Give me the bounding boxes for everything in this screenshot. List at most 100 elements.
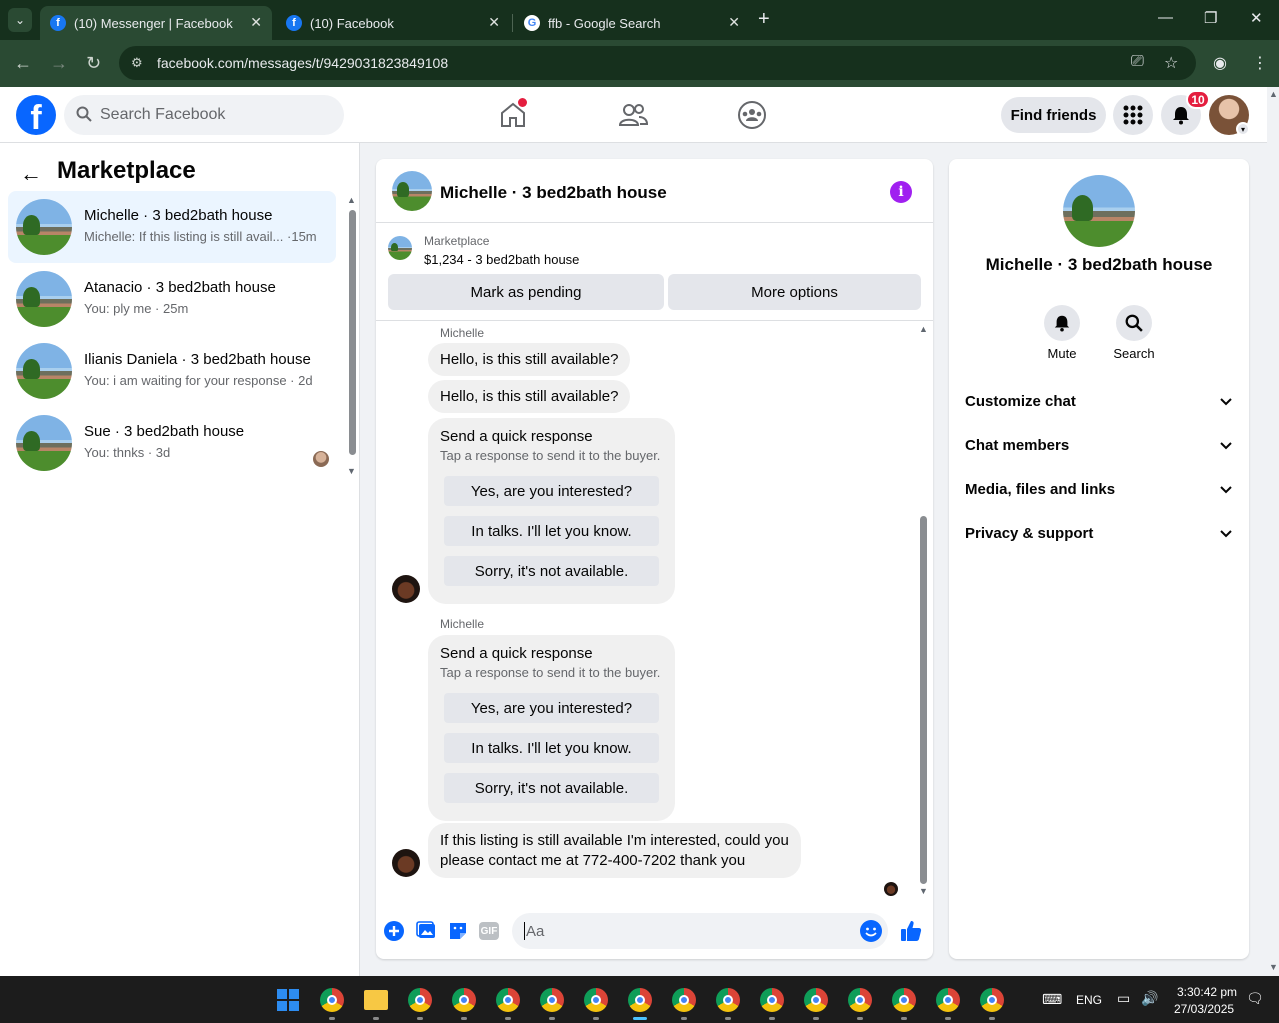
chrome-icon[interactable]: [584, 988, 608, 1012]
taskbar-indicator: [461, 1017, 467, 1020]
install-app-icon[interactable]: ⎚: [1131, 53, 1144, 71]
quick-response-option[interactable]: Yes, are you interested?: [444, 693, 659, 723]
site-info-icon[interactable]: ⚙: [131, 55, 147, 71]
listing-price[interactable]: $1,234 - 3 bed2bath house: [424, 252, 579, 267]
close-tab-icon[interactable]: ✕: [728, 14, 740, 31]
media-files-links-section[interactable]: Media, files and links: [965, 475, 1233, 503]
quick-response-option[interactable]: Yes, are you interested?: [444, 476, 659, 506]
chat-members-section[interactable]: Chat members: [965, 431, 1233, 459]
close-tab-icon[interactable]: ✕: [250, 14, 262, 31]
message-bubble[interactable]: If this listing is still available I'm i…: [428, 823, 801, 878]
scroll-up-icon[interactable]: ▲: [919, 324, 928, 334]
language-indicator[interactable]: ENG: [1076, 993, 1102, 1007]
chat-title[interactable]: Michelle · 3 bed2bath house: [440, 183, 667, 203]
quick-response-option[interactable]: In talks. I'll let you know.: [444, 733, 659, 763]
browser-tab-facebook[interactable]: f (10) Facebook ✕: [276, 6, 510, 40]
conversation-item[interactable]: Michelle · 3 bed2bath house Michelle: If…: [8, 191, 336, 263]
scroll-up-icon[interactable]: ▲: [347, 195, 356, 205]
search-in-chat-button[interactable]: Search: [1104, 305, 1164, 361]
gif-icon[interactable]: GIF: [479, 922, 499, 940]
scroll-up-icon[interactable]: ▲: [1269, 89, 1278, 99]
chrome-icon[interactable]: [892, 988, 916, 1012]
windows-start-icon[interactable]: [277, 989, 299, 1011]
new-tab-icon[interactable]: +: [758, 8, 770, 31]
close-window-icon[interactable]: ✕: [1250, 9, 1263, 27]
list-scrollbar[interactable]: [349, 210, 356, 455]
back-icon[interactable]: ←: [14, 53, 32, 74]
friends-icon[interactable]: [617, 99, 649, 131]
message-bubble[interactable]: Hello, is this still available?: [428, 380, 631, 413]
page-scrollbar[interactable]: ▲ ▼: [1267, 87, 1279, 976]
scroll-down-icon[interactable]: ▼: [919, 886, 928, 896]
chrome-icon[interactable]: [804, 988, 828, 1012]
conversation-item[interactable]: Atanacio · 3 bed2bath house You: ply me …: [8, 263, 336, 335]
sender-avatar[interactable]: [392, 575, 420, 603]
conversation-item[interactable]: Sue · 3 bed2bath house You: thnks · 3d: [8, 407, 336, 479]
browser-tab-google[interactable]: G ffb - Google Search ✕: [514, 6, 750, 40]
clock-time[interactable]: 3:30:42 pm: [1177, 985, 1237, 999]
scroll-down-icon[interactable]: ▼: [1269, 962, 1278, 972]
chevron-down-icon[interactable]: ▾: [1236, 122, 1250, 136]
chrome-icon[interactable]: [760, 988, 784, 1012]
mute-button[interactable]: Mute: [1032, 305, 1092, 361]
chrome-icon[interactable]: [320, 988, 344, 1012]
privacy-support-section[interactable]: Privacy & support: [965, 519, 1233, 547]
sender-avatar[interactable]: [392, 849, 420, 877]
like-thumb-icon[interactable]: [899, 919, 923, 943]
sender-name: Michelle: [440, 617, 485, 631]
listing-thumbnail[interactable]: [1063, 175, 1135, 247]
chrome-icon[interactable]: [672, 988, 696, 1012]
message-input[interactable]: Aa: [512, 913, 888, 949]
browser-menu-icon[interactable]: ⋮: [1252, 53, 1268, 73]
chrome-icon[interactable]: [496, 988, 520, 1012]
volume-icon[interactable]: 🔊: [1141, 990, 1158, 1007]
chrome-icon[interactable]: [452, 988, 476, 1012]
address-bar[interactable]: ⚙ facebook.com/messages/t/94290318238491…: [119, 46, 1196, 80]
maximize-icon[interactable]: ❐: [1204, 9, 1217, 27]
chat-scrollbar[interactable]: [920, 516, 927, 884]
scroll-down-icon[interactable]: ▼: [347, 466, 356, 476]
chrome-icon[interactable]: [980, 988, 1004, 1012]
profile-icon[interactable]: ◉: [1213, 53, 1227, 73]
find-friends-button[interactable]: Find friends: [1001, 97, 1106, 133]
more-options-button[interactable]: More options: [668, 274, 921, 310]
bookmark-star-icon[interactable]: ☆: [1164, 53, 1178, 73]
quick-response-option[interactable]: Sorry, it's not available.: [444, 773, 659, 803]
mark-as-pending-button[interactable]: Mark as pending: [388, 274, 664, 310]
conversation-item[interactable]: Ilianis Daniela · 3 bed2bath house You: …: [8, 335, 336, 407]
customize-chat-section[interactable]: Customize chat: [965, 387, 1233, 415]
chrome-icon[interactable]: [716, 988, 740, 1012]
emoji-icon[interactable]: [860, 920, 882, 942]
menu-button[interactable]: [1113, 95, 1153, 135]
close-tab-icon[interactable]: ✕: [488, 14, 500, 31]
quick-response-option[interactable]: Sorry, it's not available.: [444, 556, 659, 586]
plus-circle-icon[interactable]: [383, 920, 405, 942]
network-icon[interactable]: ▭: [1117, 990, 1130, 1007]
quick-response-option[interactable]: In talks. I'll let you know.: [444, 516, 659, 546]
browser-tab-messenger[interactable]: f (10) Messenger | Facebook ✕: [40, 6, 272, 40]
chrome-icon[interactable]: [628, 988, 652, 1012]
file-explorer-icon[interactable]: [364, 990, 388, 1010]
sticker-icon[interactable]: [447, 920, 469, 942]
search-icon: [1125, 314, 1143, 332]
minimize-icon[interactable]: —: [1158, 9, 1173, 26]
clock-date[interactable]: 27/03/2025: [1174, 1002, 1234, 1016]
info-icon[interactable]: i: [890, 181, 912, 203]
chrome-icon[interactable]: [936, 988, 960, 1012]
message-line: please contact me at 772-400-7202 thank …: [440, 852, 746, 869]
chrome-icon[interactable]: [540, 988, 564, 1012]
photo-icon[interactable]: [416, 920, 438, 942]
message-bubble[interactable]: Hello, is this still available?: [428, 343, 631, 376]
back-arrow-icon[interactable]: ←: [20, 161, 42, 187]
forward-icon[interactable]: →: [50, 53, 68, 74]
tab-search-button[interactable]: ⌄: [8, 8, 32, 32]
keyboard-icon[interactable]: ⌨: [1042, 991, 1062, 1008]
facebook-logo-icon[interactable]: f: [16, 95, 56, 135]
facebook-search-input[interactable]: Search Facebook: [64, 95, 344, 135]
reload-icon[interactable]: ↻: [86, 53, 101, 74]
listing-thumbnail[interactable]: [392, 171, 432, 211]
chrome-icon[interactable]: [408, 988, 432, 1012]
groups-icon[interactable]: [736, 99, 768, 131]
notification-center-icon[interactable]: 🗨: [1246, 990, 1264, 1007]
chrome-icon[interactable]: [848, 988, 872, 1012]
